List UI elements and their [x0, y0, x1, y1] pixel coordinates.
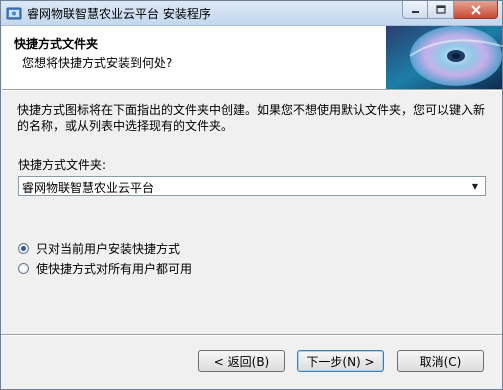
close-button[interactable] — [454, 1, 498, 19]
window-controls — [402, 1, 498, 21]
description-text: 快捷方式图标将在下面指出的文件夹中创建。如果您不想使用默认文件夹，您可以键入新的… — [17, 103, 486, 133]
window-title: 睿网物联智慧农业云平台 安装程序 — [27, 7, 211, 21]
folder-combobox-value: 睿网物联智慧农业云平台 — [22, 181, 155, 195]
next-button[interactable]: 下一步(N) > — [297, 350, 384, 372]
maximize-icon — [435, 5, 446, 14]
radio-current-user[interactable]: 只对当前用户安装快捷方式 — [18, 239, 180, 257]
disc-banner-image — [386, 26, 502, 89]
radio-current-user-dot[interactable] — [18, 242, 29, 254]
radio-all-users[interactable]: 使快捷方式对所有用户都可用 — [18, 259, 192, 277]
maximize-button[interactable] — [428, 1, 454, 19]
radio-all-users-dot[interactable] — [18, 262, 29, 274]
close-icon — [470, 4, 481, 15]
radio-all-users-label: 使快捷方式对所有用户都可用 — [36, 261, 193, 276]
cancel-button[interactable]: 取消(C) — [397, 350, 484, 372]
button-divider — [1, 334, 502, 336]
radio-current-user-label: 只对当前用户安装快捷方式 — [36, 241, 181, 256]
minimize-icon — [411, 11, 419, 13]
dropdown-arrow-icon[interactable]: ▼ — [468, 178, 482, 194]
installer-window: 睿网物联智慧农业云平台 安装程序 快捷方式文件夹 您想将快捷方式安装到何处? 快… — [0, 0, 503, 390]
installer-app-icon — [6, 7, 22, 20]
title-bar[interactable]: 睿网物联智慧农业云平台 安装程序 — [1, 1, 502, 26]
page-subtitle: 您想将快捷方式安装到何处? — [22, 56, 173, 70]
folder-combobox[interactable]: 睿网物联智慧农业云平台 ▼ — [18, 176, 486, 196]
folder-label: 快捷方式文件夹: — [18, 158, 107, 172]
back-button[interactable]: < 返回(B) — [198, 350, 285, 372]
wizard-header: 快捷方式文件夹 您想将快捷方式安装到何处? — [2, 26, 502, 90]
page-title: 快捷方式文件夹 — [14, 37, 99, 51]
minimize-button[interactable] — [402, 1, 428, 19]
